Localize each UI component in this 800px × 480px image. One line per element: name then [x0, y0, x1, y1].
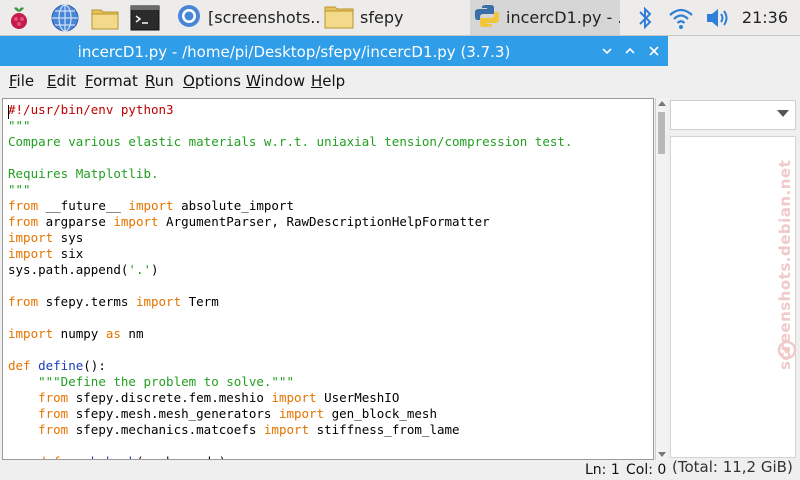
- volume-icon[interactable]: [703, 3, 733, 33]
- code-line[interactable]: def define():: [8, 358, 572, 374]
- menu-window[interactable]: Window: [246, 72, 305, 90]
- code-text[interactable]: #!/usr/bin/env python3 """ Compare various…: [8, 102, 572, 459]
- scroll-down-icon[interactable]: [658, 452, 666, 457]
- task-label: incercD1.py - ...: [506, 8, 620, 27]
- scroll-up-icon[interactable]: [658, 101, 666, 106]
- code-line[interactable]: #!/usr/bin/env python3: [8, 102, 572, 118]
- terminal-icon[interactable]: [130, 3, 160, 33]
- code-line[interactable]: [8, 278, 572, 294]
- code-line[interactable]: from sfepy.terms import Term: [8, 294, 572, 310]
- taskbar: [screenshots.... sfepy incercD1.py - ...: [0, 0, 800, 36]
- code-line[interactable]: from sfepy.mesh.mesh_generators import g…: [8, 406, 572, 422]
- code-line[interactable]: Compare various elastic materials w.r.t.…: [8, 134, 572, 150]
- bluetooth-icon[interactable]: [630, 3, 660, 33]
- code-line[interactable]: import numpy as nm: [8, 326, 572, 342]
- web-browser-icon[interactable]: [50, 3, 80, 33]
- code-line[interactable]: [8, 342, 572, 358]
- status-bar: Ln: 1 Col: 0: [0, 460, 668, 480]
- menu-file[interactable]: File: [9, 72, 34, 90]
- code-line[interactable]: [8, 438, 572, 454]
- menu-help[interactable]: Help: [311, 72, 345, 90]
- folder-icon: [324, 3, 354, 33]
- raspberry-menu-icon[interactable]: [4, 3, 34, 33]
- vertical-scrollbar[interactable]: [655, 98, 667, 460]
- taskbar-task-chromium[interactable]: [screenshots....: [172, 0, 322, 35]
- idle-editor-window: incercD1.py - /home/pi/Desktop/sfepy/inc…: [0, 36, 668, 480]
- python-icon: [474, 3, 500, 33]
- chromium-icon: [176, 3, 202, 33]
- text-cursor: [8, 105, 9, 119]
- disk-total-status: (Total: 11,2 GiB): [672, 458, 793, 476]
- code-line[interactable]: sys.path.append('.'): [8, 262, 572, 278]
- window-titlebar[interactable]: incercD1.py - /home/pi/Desktop/sfepy/inc…: [0, 36, 668, 66]
- menu-bar: File Edit Format Run Options Window Help: [0, 66, 668, 96]
- code-line[interactable]: from __future__ import absolute_import: [8, 198, 572, 214]
- maximize-button[interactable]: [620, 41, 640, 61]
- code-line[interactable]: [8, 310, 572, 326]
- code-line[interactable]: """Define the problem to solve.""": [8, 374, 572, 390]
- task-label: [screenshots....: [208, 8, 322, 27]
- file-manager-icon[interactable]: [90, 3, 120, 33]
- minimize-button[interactable]: [597, 41, 617, 61]
- menu-edit[interactable]: Edit: [47, 72, 76, 90]
- taskbar-task-idle[interactable]: incercD1.py - ...: [470, 0, 620, 35]
- scrollbar-thumb[interactable]: [658, 112, 665, 154]
- code-line[interactable]: import six: [8, 246, 572, 262]
- status-column: Col: 0: [626, 462, 667, 478]
- menu-options[interactable]: Options: [183, 72, 241, 90]
- close-button[interactable]: [644, 41, 664, 61]
- code-line[interactable]: Requires Matplotlib.: [8, 166, 572, 182]
- code-line[interactable]: [8, 150, 572, 166]
- menu-run[interactable]: Run: [145, 72, 174, 90]
- taskbar-task-sfepy[interactable]: sfepy: [322, 0, 472, 35]
- watermark: screenshots.debian.net: [776, 159, 794, 370]
- code-editor[interactable]: #!/usr/bin/env python3 """ Compare various…: [2, 98, 654, 460]
- code-line[interactable]: from argparse import ArgumentParser, Raw…: [8, 214, 572, 230]
- chevron-down-icon: [777, 110, 789, 117]
- code-line[interactable]: from sfepy.discrete.fem.meshio import Us…: [8, 390, 572, 406]
- menu-format[interactable]: Format: [85, 72, 138, 90]
- code-line[interactable]: from sfepy.mechanics.matcoefs import sti…: [8, 422, 572, 438]
- wifi-icon[interactable]: [666, 3, 696, 33]
- code-line[interactable]: """: [8, 118, 572, 134]
- debian-swirl-icon: [777, 340, 797, 360]
- task-label: sfepy: [360, 8, 404, 27]
- status-line: Ln: 1: [585, 462, 620, 478]
- code-line[interactable]: """: [8, 182, 572, 198]
- window-title: incercD1.py - /home/pi/Desktop/sfepy/inc…: [77, 43, 511, 61]
- clock[interactable]: 21:36: [742, 8, 788, 27]
- code-line[interactable]: import sys: [8, 230, 572, 246]
